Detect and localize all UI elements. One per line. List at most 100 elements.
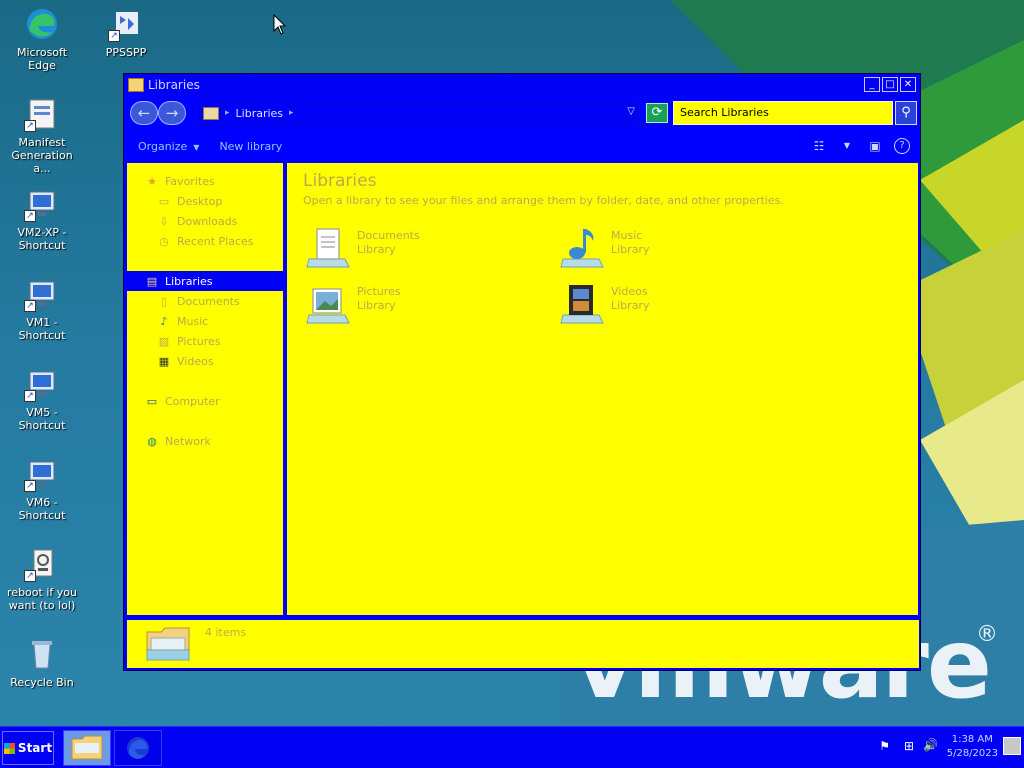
nav-computer[interactable]: ▭ Computer: [127, 391, 283, 411]
nav-desktop[interactable]: ▭ Desktop: [127, 191, 283, 211]
breadcrumb-libraries[interactable]: Libraries: [236, 107, 284, 120]
window-title: Libraries: [148, 78, 200, 92]
window-titlebar[interactable]: Libraries _ □ ✕: [124, 74, 920, 96]
desktop-icon-reboot[interactable]: ↗ reboot if you want (to lol): [0, 546, 84, 612]
forward-button[interactable]: →: [158, 101, 186, 125]
remote-desktop-icon: ↗: [24, 186, 60, 222]
remote-desktop-icon: ↗: [24, 366, 60, 402]
desktop-icon-vm1[interactable]: ↗ VM1 - Shortcut: [0, 276, 84, 342]
preview-pane-icon[interactable]: ▣: [866, 137, 884, 155]
nav-documents[interactable]: ▯ Documents: [127, 291, 283, 311]
chevron-down-icon: ▼: [193, 142, 200, 152]
address-dropdown-icon[interactable]: ▽: [627, 106, 635, 117]
videos-icon: ▦: [158, 354, 170, 368]
close-button[interactable]: ✕: [900, 77, 916, 92]
nav-label: Favorites: [165, 174, 215, 188]
nav-libraries[interactable]: ▤ Libraries: [127, 271, 283, 291]
nav-network[interactable]: ◍ Network: [127, 431, 283, 451]
show-desktop-button[interactable]: [1003, 737, 1021, 755]
network-icon: ◍: [147, 434, 157, 448]
change-view-icon[interactable]: ☷: [810, 137, 828, 155]
nav-favorites[interactable]: ★ Favorites: [127, 171, 283, 191]
batch-file-icon: ↗: [24, 546, 60, 582]
desktop-icon-recycle-bin[interactable]: Recycle Bin: [0, 636, 84, 689]
nav-pictures[interactable]: ▨ Pictures: [127, 331, 283, 351]
desktop-icon-vm2[interactable]: ↗ VM2-XP - Shortcut: [0, 186, 84, 252]
address-row: ← → ▸ Libraries ▸ ▽ ⟳ Search Libraries ⚲: [124, 98, 920, 128]
details-pane: 4 items: [127, 620, 919, 668]
action-center-flag-icon[interactable]: ⚑: [879, 739, 890, 759]
desktop-icon-manifest[interactable]: ↗ Manifest Generation a...: [0, 96, 84, 175]
start-label: Start: [17, 741, 53, 755]
content-heading: Libraries: [303, 171, 377, 191]
desktop-icon-ppsspp[interactable]: ↗ PPSSPP: [84, 6, 168, 59]
system-clock[interactable]: 1:38 AM 5/28/2023: [947, 733, 998, 761]
libraries-icon: [128, 78, 144, 92]
pictures-library-icon: [306, 288, 350, 324]
item-count: 4 items: [205, 626, 247, 639]
command-bar: Organize ▼ New library ☷ ▼ ▣ ?: [124, 132, 920, 160]
nav-label: Libraries: [165, 274, 213, 288]
organize-label: Organize: [138, 139, 188, 153]
library-type: Library: [611, 299, 650, 312]
desktop-icon-label: VM5 - Shortcut: [18, 406, 66, 432]
folder-icon: [203, 106, 219, 120]
library-documents[interactable]: Documents Library: [305, 225, 525, 273]
ppsspp-icon: ↗: [108, 6, 144, 42]
desktop-icon-vm6[interactable]: ↗ VM6 - Shortcut: [0, 456, 84, 522]
shortcut-arrow-icon: ↗: [24, 480, 36, 492]
refresh-button[interactable]: ⟳: [646, 103, 668, 123]
minimize-button[interactable]: _: [864, 77, 880, 92]
library-music[interactable]: Music Library: [559, 225, 779, 273]
search-icon[interactable]: ⚲: [895, 101, 917, 125]
library-type: Library: [611, 243, 650, 256]
computer-icon: ▭: [146, 394, 158, 408]
application-icon: ↗: [24, 96, 60, 132]
documents-icon: ▯: [160, 294, 168, 308]
desktop-icon-label: Microsoft Edge: [16, 46, 68, 72]
desktop-icon-label: VM2-XP - Shortcut: [17, 226, 67, 252]
taskbar-edge-button[interactable]: [114, 730, 162, 766]
volume-icon[interactable]: 🔊: [923, 738, 938, 758]
library-pictures[interactable]: Pictures Library: [305, 281, 525, 329]
pictures-icon: ▨: [158, 334, 170, 348]
maximize-button[interactable]: □: [882, 77, 898, 92]
start-button[interactable]: Start: [2, 731, 54, 765]
help-icon[interactable]: ?: [894, 138, 910, 154]
new-library-button[interactable]: New library: [219, 140, 282, 153]
libraries-folder-icon: [146, 627, 190, 661]
network-status-icon[interactable]: ⊞: [904, 739, 914, 759]
nav-videos[interactable]: ▦ Videos: [127, 351, 283, 371]
library-name: Music: [611, 229, 643, 242]
desktop-icon-vm5[interactable]: ↗ VM5 - Shortcut: [0, 366, 84, 432]
content-subtitle: Open a library to see your files and arr…: [303, 194, 784, 207]
remote-desktop-icon: ↗: [24, 456, 60, 492]
nav-music[interactable]: ♪ Music: [127, 311, 283, 331]
recycle-bin-icon: [24, 636, 60, 672]
shortcut-arrow-icon: ↗: [24, 570, 36, 582]
address-bar[interactable]: ▸ Libraries ▸ ▽: [196, 101, 640, 125]
breadcrumb-chevron-icon[interactable]: ▸: [225, 108, 230, 118]
taskbar-explorer-button[interactable]: [63, 730, 111, 766]
library-name: Documents: [357, 229, 420, 242]
desktop-icon-edge[interactable]: Microsoft Edge: [0, 6, 84, 72]
breadcrumb-chevron-icon[interactable]: ▸: [289, 108, 294, 118]
music-icon: ♪: [160, 314, 168, 328]
view-options-chevron-icon[interactable]: ▼: [838, 137, 856, 155]
shortcut-arrow-icon: ↗: [108, 30, 120, 42]
explorer-window: Libraries _ □ ✕ ← → ▸ Libraries ▸ ▽ ⟳ Se…: [123, 73, 921, 671]
recent-places-icon: ◷: [159, 234, 169, 248]
library-name: Pictures: [357, 285, 401, 298]
nav-downloads[interactable]: ⇩ Downloads: [127, 211, 283, 231]
nav-label: Downloads: [177, 214, 238, 228]
nav-recent-places[interactable]: ◷ Recent Places: [127, 231, 283, 251]
back-button[interactable]: ←: [130, 101, 158, 125]
clock-time: 1:38 AM: [951, 734, 993, 745]
nav-label: Network: [165, 434, 211, 448]
library-videos[interactable]: Videos Library: [559, 281, 779, 329]
organize-button[interactable]: Organize ▼: [138, 140, 199, 153]
search-input[interactable]: Search Libraries: [673, 101, 893, 125]
nav-label: Desktop: [177, 194, 223, 208]
nav-label: Music: [177, 314, 209, 328]
content-pane: Libraries Open a library to see your fil…: [287, 163, 918, 615]
